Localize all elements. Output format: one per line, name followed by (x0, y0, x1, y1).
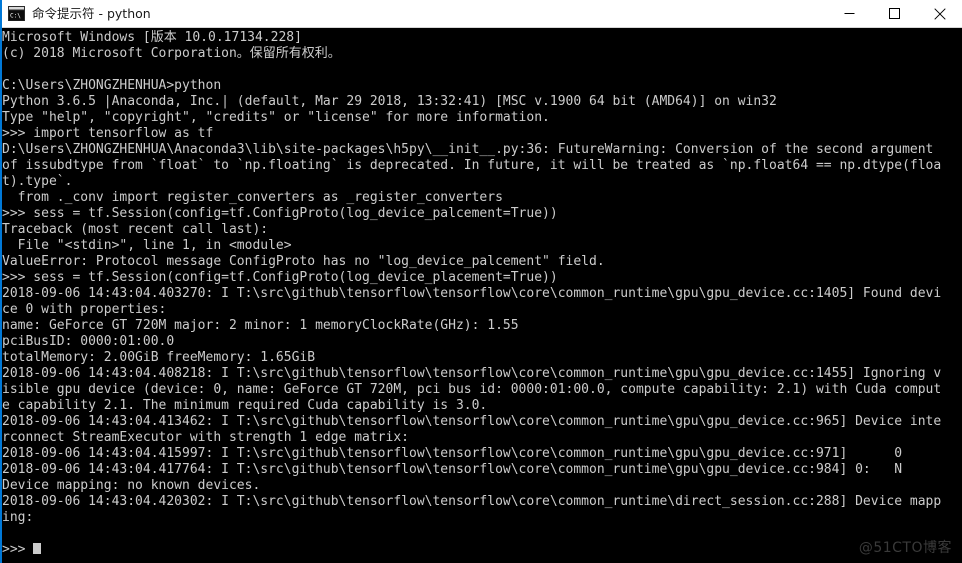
console-line: of issubdtype from `float` to `np.floati… (2, 158, 942, 173)
console-line: 2018-09-06 14:43:04.408218: I T:\src\git… (2, 366, 942, 381)
console-line: rconnect StreamExecutor with strength 1 … (2, 430, 409, 445)
console-line: 2018-09-06 14:43:04.403270: I T:\src\git… (2, 286, 942, 301)
console-line: isible gpu device (device: 0, name: GeFo… (2, 382, 942, 397)
console-line: 2018-09-06 14:43:04.420302: I T:\src\git… (2, 494, 942, 509)
console-line: t).type`. (2, 174, 73, 189)
minimize-icon (844, 13, 855, 14)
console-output-area[interactable]: Microsoft Windows [版本 10.0.17134.228] (c)… (0, 28, 962, 563)
console-line: File "<stdin>", line 1, in <module> (2, 238, 292, 253)
window-focus-accent (0, 0, 2, 563)
console-lines: Microsoft Windows [版本 10.0.17134.228] (c)… (2, 30, 962, 558)
text-cursor (33, 543, 42, 554)
console-line: >>> sess = tf.Session(config=tf.ConfigPr… (2, 206, 558, 221)
svg-text:C:\: C:\ (10, 13, 21, 20)
console-line: ce 0 with properties: (2, 302, 167, 317)
console-line: pciBusID: 0000:01:00.0 (2, 334, 175, 349)
maximize-icon (889, 8, 900, 19)
maximize-button[interactable] (872, 0, 917, 27)
window-title: 命令提示符 - python (32, 5, 151, 21)
window-controls (827, 0, 962, 27)
console-line: e capability 2.1. The minimum required C… (2, 398, 488, 413)
command-prompt-window: C:\ 命令提示符 - python Microsoft Windows [版本… (0, 0, 962, 563)
console-line: (c) 2018 Microsoft Corporation。保留所有权利。 (2, 46, 341, 61)
console-line: Traceback (most recent call last): (2, 222, 269, 237)
watermark: @51CTO博客 (858, 540, 952, 556)
console-line: Python 3.6.5 |Anaconda, Inc.| (default, … (2, 94, 777, 109)
console-line: name: GeForce GT 720M major: 2 minor: 1 … (2, 318, 519, 333)
close-button[interactable] (917, 0, 962, 27)
console-line: Microsoft Windows [版本 10.0.17134.228] (2, 30, 302, 45)
console-line: 2018-09-06 14:43:04.415997: I T:\src\git… (2, 446, 903, 461)
console-line: totalMemory: 2.00GiB freeMemory: 1.65GiB (2, 350, 316, 365)
console-line: D:\Users\ZHONGZHENHUA\Anaconda3\lib\site… (2, 142, 934, 157)
minimize-button[interactable] (827, 0, 872, 27)
console-line: ing: (2, 510, 34, 525)
console-line: 2018-09-06 14:43:04.413462: I T:\src\git… (2, 414, 942, 429)
console-line: ValueError: Protocol message ConfigProto… (2, 254, 605, 269)
title-bar[interactable]: C:\ 命令提示符 - python (0, 0, 962, 28)
console-line: Device mapping: no known devices. (2, 478, 261, 493)
console-line: 2018-09-06 14:43:04.417764: I T:\src\git… (2, 462, 903, 477)
console-line: from ._conv import register_converters a… (2, 190, 503, 205)
close-icon (933, 7, 946, 20)
console-line: >>> sess = tf.Session(config=tf.ConfigPr… (2, 270, 558, 285)
console-line: C:\Users\ZHONGZHENHUA>python (2, 78, 222, 93)
console-line: Type "help", "copyright", "credits" or "… (2, 110, 550, 125)
title-bar-left: C:\ 命令提示符 - python (0, 6, 827, 22)
console-line: >>> (2, 542, 962, 558)
console-icon: C:\ (8, 6, 25, 21)
console-line: >>> import tensorflow as tf (2, 126, 214, 141)
